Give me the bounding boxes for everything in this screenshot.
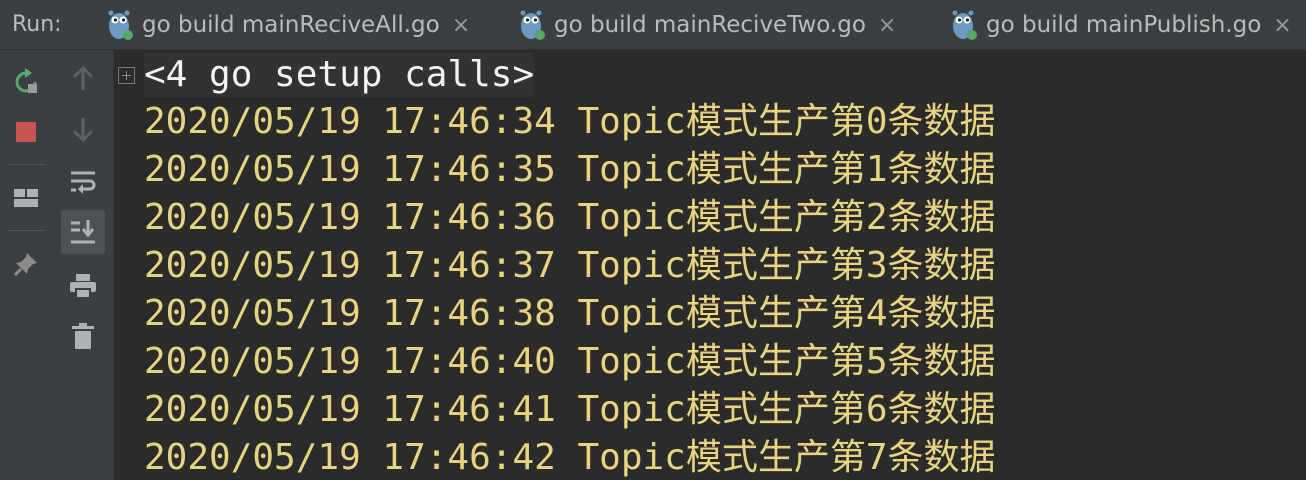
layout-icon	[14, 189, 38, 207]
print-button[interactable]	[61, 264, 105, 308]
run-label: Run:	[12, 12, 62, 37]
scroll-to-end-icon	[71, 220, 95, 244]
tab-main-publish[interactable]: go build mainPublish.go ×	[950, 0, 1292, 50]
stop-icon	[16, 122, 36, 142]
clear-all-button[interactable]	[61, 314, 105, 358]
expand-fold-icon[interactable]	[118, 67, 135, 84]
stop-button[interactable]	[4, 110, 48, 154]
toolbar-divider	[8, 230, 44, 231]
log-line: 2020/05/19 17:46:35 Topic模式生产第1条数据	[144, 149, 996, 190]
log-line: 2020/05/19 17:46:36 Topic模式生产第2条数据	[144, 197, 996, 238]
pin-icon	[14, 253, 37, 276]
setup-calls-line: <4 go setup calls>	[144, 53, 535, 97]
log-line: 2020/05/19 17:46:40 Topic模式生产第5条数据	[144, 341, 996, 382]
tab-label: go build mainReciveTwo.go	[554, 12, 866, 38]
arrow-down-icon	[72, 118, 94, 143]
soft-wrap-icon	[71, 171, 96, 194]
log-line: 2020/05/19 17:46:38 Topic模式生产第4条数据	[144, 293, 996, 334]
close-icon[interactable]: ×	[878, 13, 896, 38]
rerun-icon	[15, 68, 37, 93]
log-line: 2020/05/19 17:46:34 Topic模式生产第0条数据	[144, 101, 996, 142]
trash-icon	[72, 323, 94, 349]
log-line: 2020/05/19 17:46:41 Topic模式生产第6条数据	[144, 389, 996, 430]
print-icon	[70, 274, 96, 299]
rerun-button[interactable]	[4, 60, 48, 104]
close-icon[interactable]: ×	[452, 13, 470, 38]
run-controls-toolbar	[0, 50, 52, 480]
tab-label: go build mainReciveAll.go	[142, 12, 440, 38]
tab-main-recive-two[interactable]: go build mainReciveTwo.go ×	[518, 0, 896, 50]
soft-wrap-button[interactable]	[61, 160, 105, 204]
tab-main-recive-all[interactable]: go build mainReciveAll.go ×	[106, 0, 470, 50]
close-icon[interactable]: ×	[1273, 13, 1291, 38]
arrow-up-icon	[72, 65, 94, 90]
gopher-icon	[106, 8, 134, 42]
scroll-up-button[interactable]	[61, 56, 105, 100]
console-output[interactable]: <4 go setup calls> 2020/05/19 17:46:34 T…	[114, 50, 1306, 480]
toolbar-divider	[8, 164, 44, 165]
layout-button[interactable]	[4, 176, 48, 220]
scroll-down-button[interactable]	[61, 108, 105, 152]
console-controls-toolbar	[52, 50, 114, 480]
gopher-icon	[950, 8, 978, 42]
run-tab-bar: Run: go build mainReciveAll.go × go buil…	[0, 0, 1306, 50]
pin-tab-button[interactable]	[4, 242, 48, 286]
log-line: 2020/05/19 17:46:37 Topic模式生产第3条数据	[144, 245, 996, 286]
scroll-to-end-button[interactable]	[61, 210, 105, 254]
gopher-icon	[518, 8, 546, 42]
log-line: 2020/05/19 17:46:42 Topic模式生产第7条数据	[144, 437, 996, 478]
log-lines: 2020/05/19 17:46:34 Topic模式生产第0条数据 2020/…	[144, 98, 996, 480]
tab-label: go build mainPublish.go	[986, 12, 1262, 38]
